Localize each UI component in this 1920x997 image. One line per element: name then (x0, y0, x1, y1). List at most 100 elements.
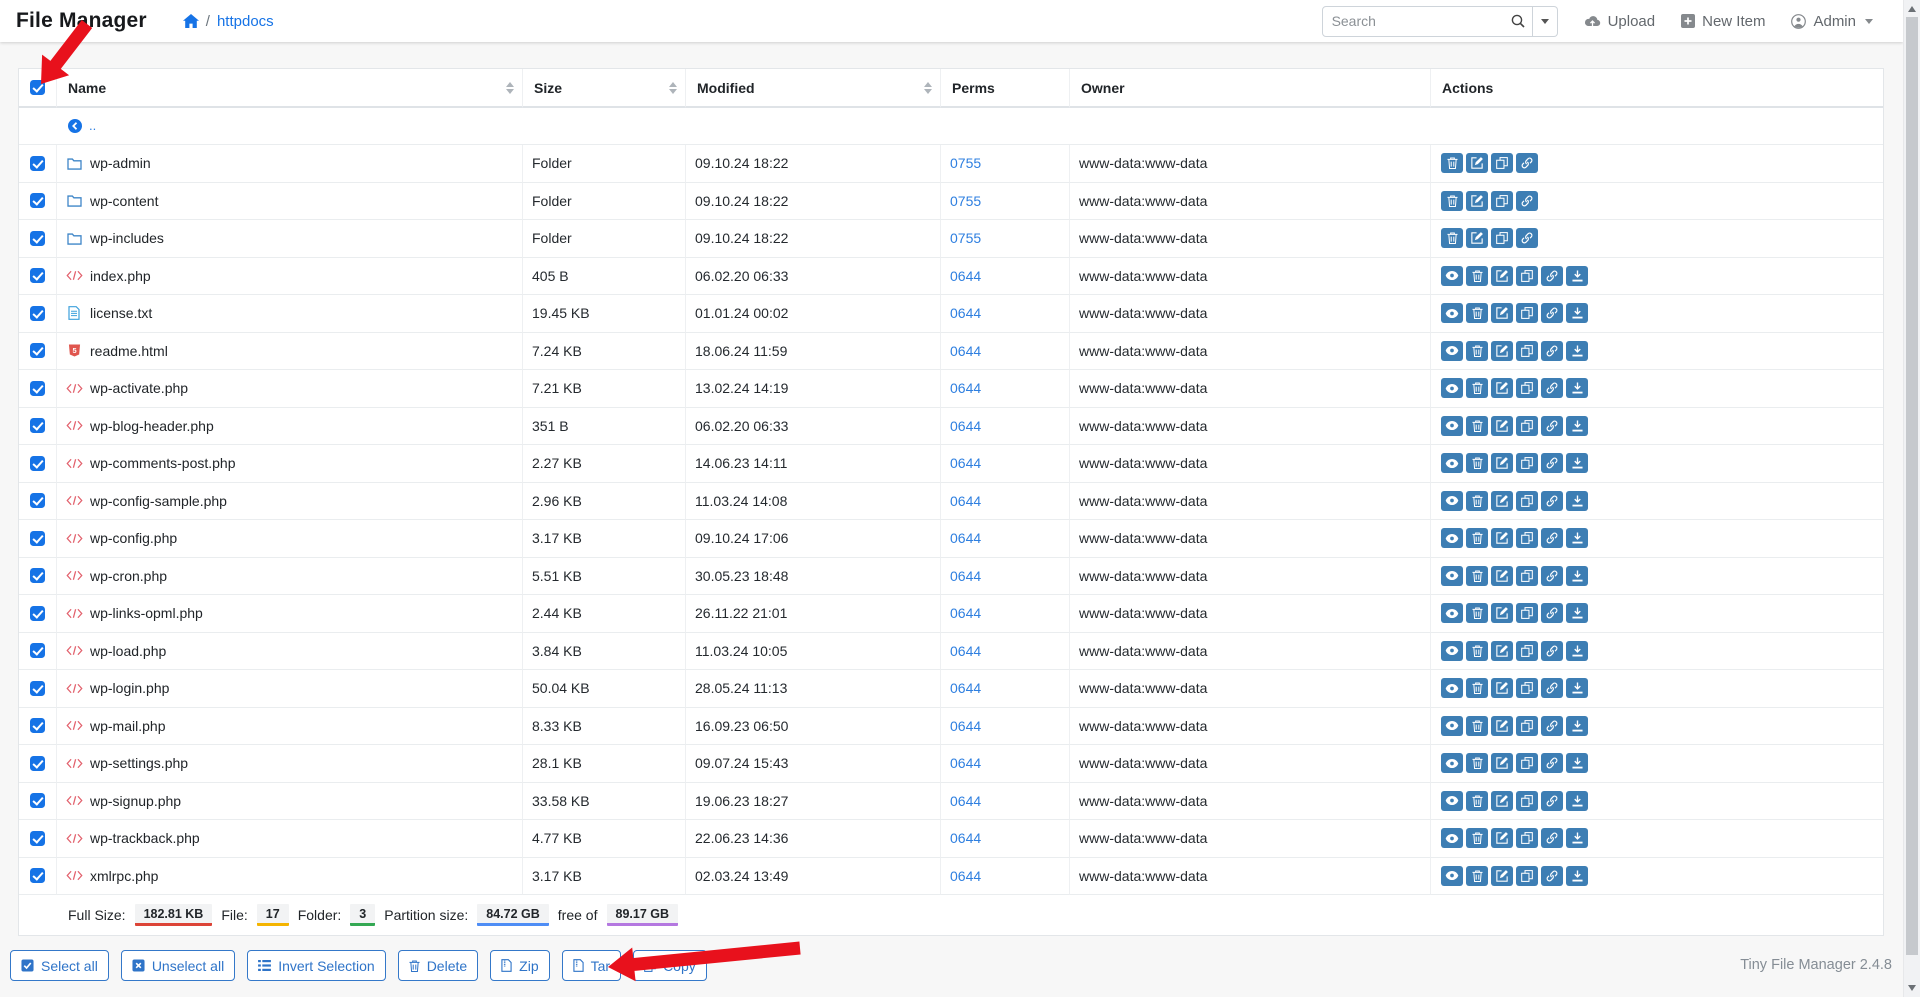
rename-button[interactable] (1491, 828, 1513, 848)
download-button[interactable] (1566, 341, 1588, 361)
row-checkbox[interactable] (30, 193, 45, 208)
delete-button[interactable] (1466, 453, 1488, 473)
sort-icon[interactable] (669, 82, 677, 94)
copy-button[interactable] (1516, 603, 1538, 623)
view-button[interactable] (1441, 378, 1463, 398)
search-input[interactable] (1322, 6, 1533, 37)
unselect-all-button[interactable]: Unselect all (121, 950, 235, 981)
view-button[interactable] (1441, 678, 1463, 698)
download-button[interactable] (1566, 491, 1588, 511)
delete-button[interactable] (1466, 866, 1488, 886)
delete-button[interactable] (1466, 303, 1488, 323)
delete-button[interactable] (1441, 228, 1463, 248)
copy-button[interactable] (1516, 453, 1538, 473)
copy-button[interactable] (1516, 528, 1538, 548)
link-button[interactable] (1541, 678, 1563, 698)
delete-button[interactable] (1466, 716, 1488, 736)
rename-button[interactable] (1491, 266, 1513, 286)
perms-link[interactable]: 0644 (950, 718, 981, 734)
file-name-link[interactable]: wp-config.php (90, 530, 177, 546)
perms-link[interactable]: 0644 (950, 343, 981, 359)
file-name-link[interactable]: wp-blog-header.php (90, 418, 214, 434)
view-button[interactable] (1441, 716, 1463, 736)
file-name-link[interactable]: wp-comments-post.php (90, 455, 236, 471)
delete-button[interactable] (1466, 641, 1488, 661)
rename-button[interactable] (1491, 453, 1513, 473)
column-header-name[interactable]: Name (57, 69, 523, 108)
rename-button[interactable] (1491, 378, 1513, 398)
view-button[interactable] (1441, 753, 1463, 773)
delete-button[interactable] (1466, 491, 1488, 511)
invert-selection-button[interactable]: Invert Selection (247, 950, 386, 981)
file-name-link[interactable]: wp-login.php (90, 680, 169, 696)
perms-link[interactable]: 0644 (950, 418, 981, 434)
file-name-link[interactable]: wp-links-opml.php (90, 605, 203, 621)
row-checkbox[interactable] (30, 568, 45, 583)
view-button[interactable] (1441, 528, 1463, 548)
rename-button[interactable] (1491, 341, 1513, 361)
breadcrumb-path-link[interactable]: httpdocs (217, 13, 274, 30)
rename-button[interactable] (1491, 641, 1513, 661)
copy-button[interactable] (1516, 866, 1538, 886)
copy-button[interactable] (1516, 491, 1538, 511)
perms-link[interactable]: 0644 (950, 455, 981, 471)
delete-button[interactable] (1466, 266, 1488, 286)
rename-button[interactable] (1491, 716, 1513, 736)
link-button[interactable] (1541, 566, 1563, 586)
link-button[interactable] (1541, 603, 1563, 623)
perms-link[interactable]: 0644 (950, 643, 981, 659)
delete-button[interactable] (1466, 753, 1488, 773)
delete-button[interactable] (1466, 528, 1488, 548)
download-button[interactable] (1566, 416, 1588, 436)
file-name-link[interactable]: wp-content (90, 193, 158, 209)
view-button[interactable] (1441, 266, 1463, 286)
link-button[interactable] (1541, 453, 1563, 473)
delete-button[interactable] (1466, 416, 1488, 436)
download-button[interactable] (1566, 266, 1588, 286)
vertical-scrollbar[interactable] (1903, 0, 1920, 997)
row-checkbox[interactable] (30, 643, 45, 658)
download-button[interactable] (1566, 641, 1588, 661)
rename-button[interactable] (1491, 603, 1513, 623)
copy-button[interactable] (1516, 716, 1538, 736)
row-checkbox[interactable] (30, 868, 45, 883)
row-checkbox[interactable] (30, 306, 45, 321)
view-button[interactable] (1441, 603, 1463, 623)
file-name-link[interactable]: wp-mail.php (90, 718, 165, 734)
link-button[interactable] (1541, 303, 1563, 323)
link-button[interactable] (1541, 828, 1563, 848)
row-checkbox[interactable] (30, 756, 45, 771)
perms-link[interactable]: 0644 (950, 793, 981, 809)
copy-button[interactable] (1516, 266, 1538, 286)
download-button[interactable] (1566, 528, 1588, 548)
view-button[interactable] (1441, 566, 1463, 586)
row-checkbox[interactable] (30, 343, 45, 358)
tar-button[interactable]: Tar (562, 950, 621, 981)
row-checkbox[interactable] (30, 831, 45, 846)
row-checkbox[interactable] (30, 718, 45, 733)
rename-button[interactable] (1491, 678, 1513, 698)
link-button[interactable] (1541, 641, 1563, 661)
file-name-link[interactable]: wp-signup.php (90, 793, 181, 809)
column-header-size[interactable]: Size (523, 69, 686, 108)
copy-button[interactable] (1516, 416, 1538, 436)
perms-link[interactable]: 0755 (950, 193, 981, 209)
perms-link[interactable]: 0644 (950, 830, 981, 846)
download-button[interactable] (1566, 303, 1588, 323)
column-header-modified[interactable]: Modified (686, 69, 941, 108)
copy-button[interactable] (1516, 341, 1538, 361)
file-name-link[interactable]: index.php (90, 268, 151, 284)
copy-button[interactable] (1516, 753, 1538, 773)
file-name-link[interactable]: wp-settings.php (90, 755, 188, 771)
rename-button[interactable] (1491, 303, 1513, 323)
file-name-link[interactable]: wp-includes (90, 230, 164, 246)
link-button[interactable] (1516, 191, 1538, 211)
perms-link[interactable]: 0755 (950, 230, 981, 246)
delete-button[interactable] (1441, 191, 1463, 211)
zip-button[interactable]: Zip (490, 950, 549, 981)
copy-button[interactable] (1491, 228, 1513, 248)
file-name-link[interactable]: license.txt (90, 305, 152, 321)
download-button[interactable] (1566, 603, 1588, 623)
rename-button[interactable] (1491, 566, 1513, 586)
view-button[interactable] (1441, 828, 1463, 848)
